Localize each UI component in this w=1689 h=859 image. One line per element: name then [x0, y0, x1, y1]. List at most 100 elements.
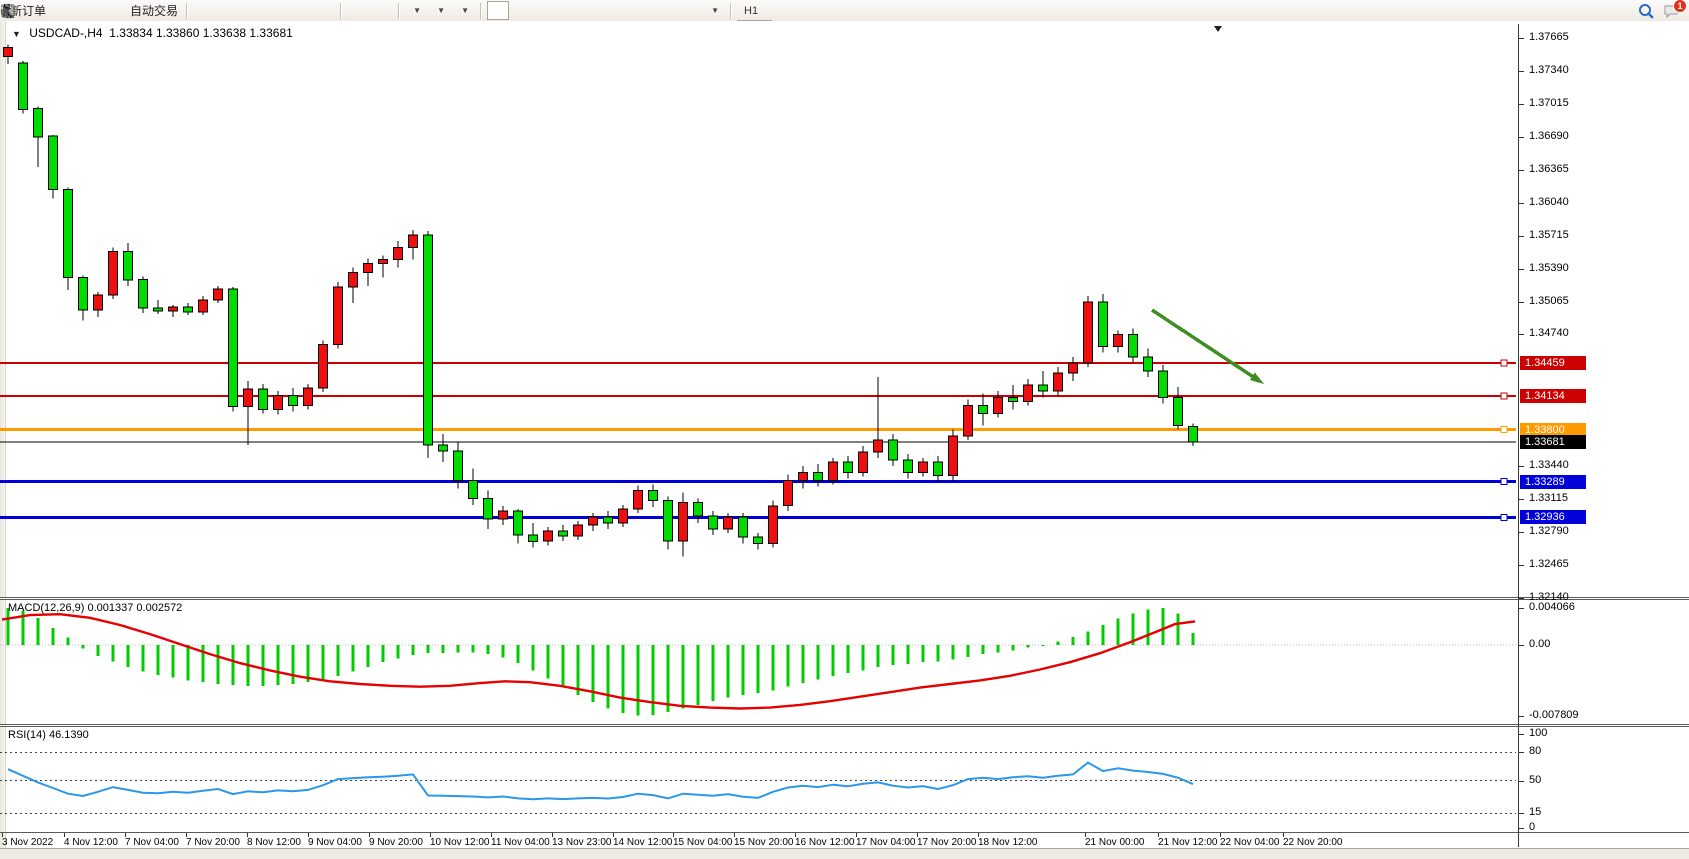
level-price-badge: 1.34459	[1520, 356, 1586, 370]
axis-tick	[1519, 499, 1524, 500]
candle-chart-mode-button[interactable]	[217, 1, 239, 20]
line-end-marker[interactable]	[1501, 427, 1507, 433]
macd-label: MACD(12,26,9) 0.001337 0.002572	[8, 602, 182, 614]
macd-panel[interactable]	[0, 600, 1519, 726]
toolbar-separator	[340, 3, 342, 19]
market-watch-button[interactable]	[51, 1, 73, 20]
text-tool-button[interactable]: A	[655, 1, 677, 20]
zoom-in-button[interactable]	[265, 1, 287, 20]
macd-tick-label: 0.004066	[1529, 601, 1575, 613]
axis-tick	[1519, 71, 1524, 72]
templates-button[interactable]: ▼	[453, 1, 475, 20]
horizontal-line-tool-button[interactable]	[559, 1, 581, 20]
price-tick-label: 1.36040	[1529, 196, 1569, 208]
axis-tick	[1519, 137, 1524, 138]
axis-tick	[1519, 598, 1524, 599]
time-tick-label: 9 Nov 20:00	[369, 837, 423, 848]
news-button[interactable]	[99, 1, 121, 20]
line-end-marker[interactable]	[1501, 479, 1507, 485]
periods-button[interactable]: ▼	[429, 1, 451, 20]
panel-separator[interactable]	[0, 597, 1689, 600]
axis-tick	[1519, 236, 1524, 237]
trend-arrow[interactable]	[1152, 310, 1264, 384]
axis-tick	[1519, 716, 1524, 717]
toolbar-separator	[730, 3, 732, 19]
chevron-down-icon: ▼	[461, 6, 469, 15]
axis-tick	[1519, 828, 1524, 829]
time-tick-label: 17 Nov 04:00	[856, 837, 916, 848]
time-tick-label: 15 Nov 20:00	[734, 837, 794, 848]
time-tick-label: 22 Nov 04:00	[1220, 837, 1280, 848]
time-tick-label: 10 Nov 12:00	[430, 837, 490, 848]
time-tick-label: 7 Nov 04:00	[125, 837, 179, 848]
time-tick-label: 3 Nov 2022	[2, 837, 53, 848]
price-tick-label: 1.34740	[1529, 327, 1569, 339]
price-axis-column[interactable]: 1.37665 1.37340 1.37015 1.36690 1.36365 …	[1519, 21, 1689, 848]
rsi-tick-label: 0	[1529, 821, 1535, 833]
axis-tick	[1519, 781, 1524, 782]
axis-tick	[1519, 565, 1524, 566]
collapse-triangle-icon[interactable]: ▼	[12, 29, 21, 39]
rsi-tick-label: 15	[1529, 806, 1541, 818]
channel-tool-button[interactable]: E	[607, 1, 629, 20]
ohlc-values: 1.33834 1.33860 1.33638 1.33681	[109, 26, 293, 40]
indicators-button[interactable]: ▼	[405, 1, 427, 20]
time-tick-label: 21 Nov 00:00	[1085, 837, 1145, 848]
line-end-marker[interactable]	[1501, 514, 1507, 520]
time-tick-label: 18 Nov 12:00	[978, 837, 1038, 848]
trendline-tool-button[interactable]	[583, 1, 605, 20]
rsi-panel[interactable]	[0, 727, 1519, 832]
chart-title: ▼ USDCAD-,H4 1.33834 1.33860 1.33638 1.3…	[12, 26, 293, 40]
price-tick-label: 1.32465	[1529, 558, 1569, 570]
chevron-down-icon: ▼	[413, 6, 421, 15]
time-tick-label: 11 Nov 04:00	[491, 837, 550, 848]
rsi-tick-label: 80	[1529, 745, 1541, 757]
line-chart-mode-button[interactable]	[241, 1, 263, 20]
cursor-tool-button[interactable]	[487, 1, 509, 20]
axis-tick	[1519, 170, 1524, 171]
vertical-line-tool-button[interactable]	[535, 1, 557, 20]
price-tick-label: 1.35390	[1529, 262, 1569, 274]
data-window-button[interactable]	[75, 1, 97, 20]
time-tick-label: 14 Nov 12:00	[613, 837, 673, 848]
axis-tick	[1519, 645, 1524, 646]
chart-shift-button[interactable]	[371, 1, 393, 20]
chevron-down-icon: ▼	[437, 6, 445, 15]
search-icon	[1637, 2, 1655, 20]
right-shift-marker[interactable]	[1214, 26, 1222, 32]
time-tick-label: 4 Nov 12:00	[64, 837, 118, 848]
autotrade-label: 自动交易	[130, 2, 178, 19]
fibonacci-tool-button[interactable]: F	[631, 1, 653, 20]
zoom-out-button[interactable]	[289, 1, 311, 20]
price-tick-label: 1.37340	[1529, 64, 1569, 76]
panel-separator[interactable]	[0, 724, 1689, 727]
arrows-tool-button[interactable]: ▼	[703, 1, 725, 20]
price-tick-label: 1.33115	[1529, 492, 1568, 504]
axis-tick	[1519, 334, 1524, 335]
price-tick-label: 1.32790	[1529, 525, 1569, 537]
timeframe-button-h1[interactable]: H1	[737, 1, 772, 20]
symbol-period-label: USDCAD-,H4	[29, 26, 102, 40]
price-tick-label: 1.36365	[1529, 163, 1569, 175]
search-button[interactable]	[1638, 1, 1660, 20]
bar-chart-mode-button[interactable]	[193, 1, 215, 20]
axis-tick	[1519, 38, 1524, 39]
time-tick-label: 22 Nov 20:00	[1283, 837, 1343, 848]
axis-tick	[1519, 302, 1524, 303]
tile-windows-button[interactable]	[313, 1, 335, 20]
auto-scroll-button[interactable]	[347, 1, 369, 20]
notifications-button[interactable]: 1	[1662, 1, 1684, 20]
crosshair-tool-button[interactable]	[511, 1, 533, 20]
autotrade-button[interactable]: 自动交易	[123, 1, 181, 20]
axis-tick	[1519, 734, 1524, 735]
macd-tick-label: 0.00	[1529, 638, 1550, 650]
macd-signal-line	[2, 614, 1195, 708]
level-price-badge: 1.34134	[1520, 389, 1586, 403]
candles	[4, 45, 1198, 557]
time-axis[interactable]: 3 Nov 2022 4 Nov 12:00 7 Nov 04:00 7 Nov…	[0, 833, 1689, 848]
main-price-chart[interactable]	[0, 21, 1519, 600]
line-end-marker[interactable]	[1501, 393, 1507, 399]
line-end-marker[interactable]	[1501, 360, 1507, 366]
text-label-tool-button[interactable]: T	[679, 1, 701, 20]
price-tick-label: 1.35065	[1529, 295, 1569, 307]
